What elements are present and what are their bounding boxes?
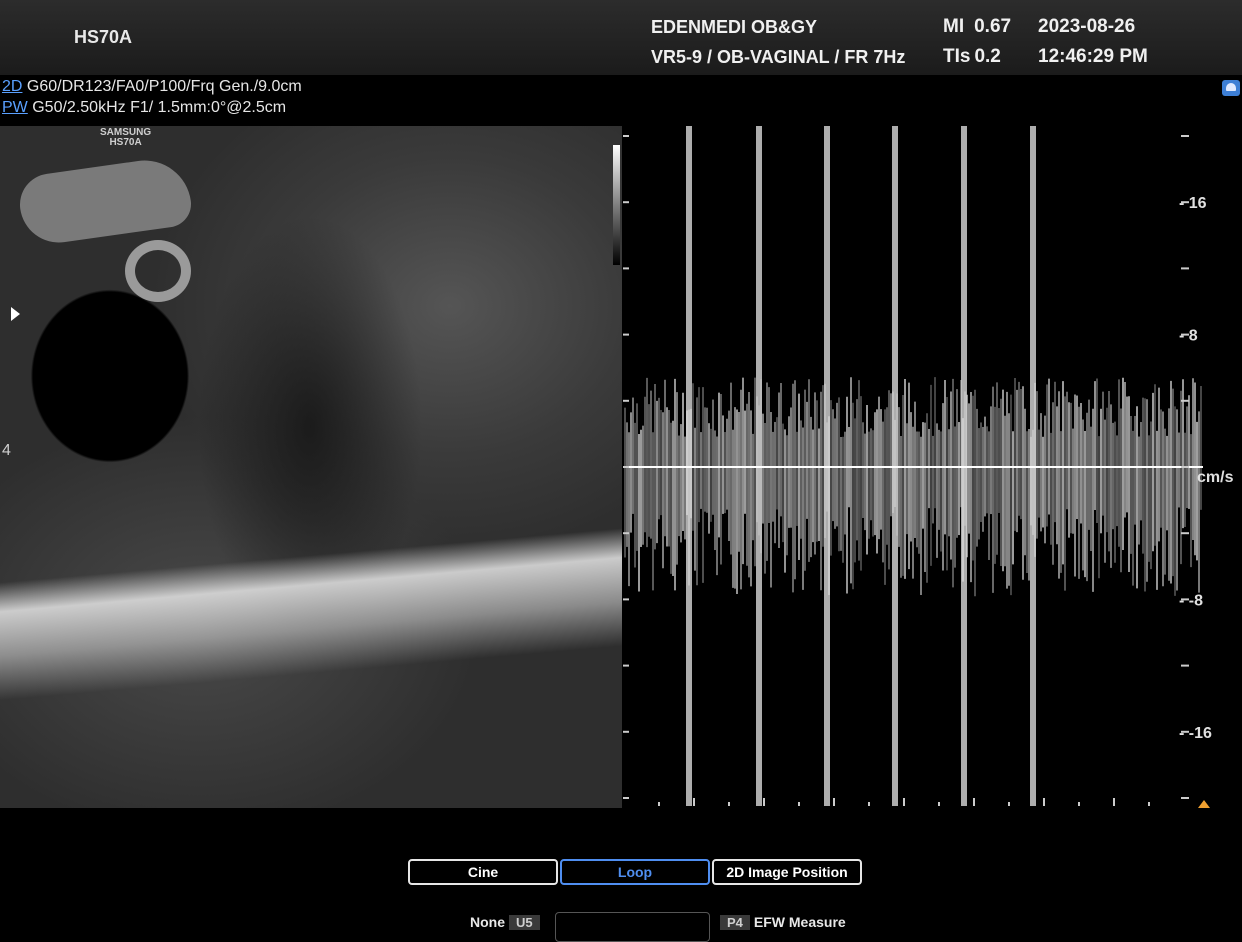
imaging-parameters: 2D G60/DR123/FA0/P100/Frq Gen./9.0cm PW … <box>2 76 302 118</box>
institution-name: EDENMEDI OB&GY <box>651 17 818 37</box>
pw-doppler-spectrum[interactable]: - 16 - 8 - -8 - -16 cm/s <box>623 126 1242 808</box>
velocity-unit: cm/s <box>1197 469 1234 486</box>
datetime: 2023-08-26 12:46:29 PM <box>1038 12 1148 72</box>
image-position-button[interactable]: 2D Image Position <box>712 859 862 885</box>
probe-icon[interactable] <box>1222 80 1240 96</box>
softkey-none[interactable]: None U5 <box>470 914 544 930</box>
device-model: HS70A <box>74 27 133 47</box>
exam-info: EDENMEDI OB&GY VR5-9 / OB-VAGINAL / FR 7… <box>651 12 905 72</box>
u5-tag: U5 <box>509 915 540 930</box>
date: 2023-08-26 <box>1038 16 1136 37</box>
mode-pw[interactable]: PW <box>2 99 28 116</box>
softkey-efw[interactable]: P4 EFW Measure <box>716 914 846 930</box>
velocity-tick-label: - 8 <box>1179 328 1198 345</box>
cine-button[interactable]: Cine <box>408 859 558 885</box>
mi-label: MI <box>943 16 965 37</box>
b-mode-image[interactable] <box>0 126 622 808</box>
p4-tag: P4 <box>720 915 750 930</box>
mi-value: 0.67 <box>974 16 1012 37</box>
tis-value: 0.2 <box>974 46 1001 67</box>
loop-button[interactable]: Loop <box>560 859 710 885</box>
params-2d: G60/DR123/FA0/P100/Frq Gen./9.0cm <box>26 78 302 95</box>
tis-label: TIs <box>943 46 971 67</box>
knob-control[interactable] <box>555 912 710 942</box>
focus-marker-icon <box>11 307 20 321</box>
grayscale-bar <box>613 145 620 265</box>
velocity-tick-label: - -8 <box>1179 592 1203 609</box>
velocity-tick-label: - -16 <box>1179 725 1212 742</box>
time: 12:46:29 PM <box>1038 46 1148 67</box>
velocity-tick-label: - 16 <box>1179 195 1207 212</box>
watermark: SAMSUNG HS70A <box>100 127 152 148</box>
yolk-sac <box>125 240 191 302</box>
safety-indices: MI 0.67 TIs 0.2 <box>943 12 1011 72</box>
mode-2d[interactable]: 2D <box>2 78 22 95</box>
preset-info: VR5-9 / OB-VAGINAL / FR 7Hz <box>651 47 906 67</box>
top-bar: HS70A EDENMEDI OB&GY VR5-9 / OB-VAGINAL … <box>0 0 1242 75</box>
params-pw: G50/2.50kHz F1/ 1.5mm:0°@2.5cm <box>32 99 287 116</box>
embryo-echo <box>15 154 195 248</box>
depth-label: 4 <box>2 442 11 459</box>
